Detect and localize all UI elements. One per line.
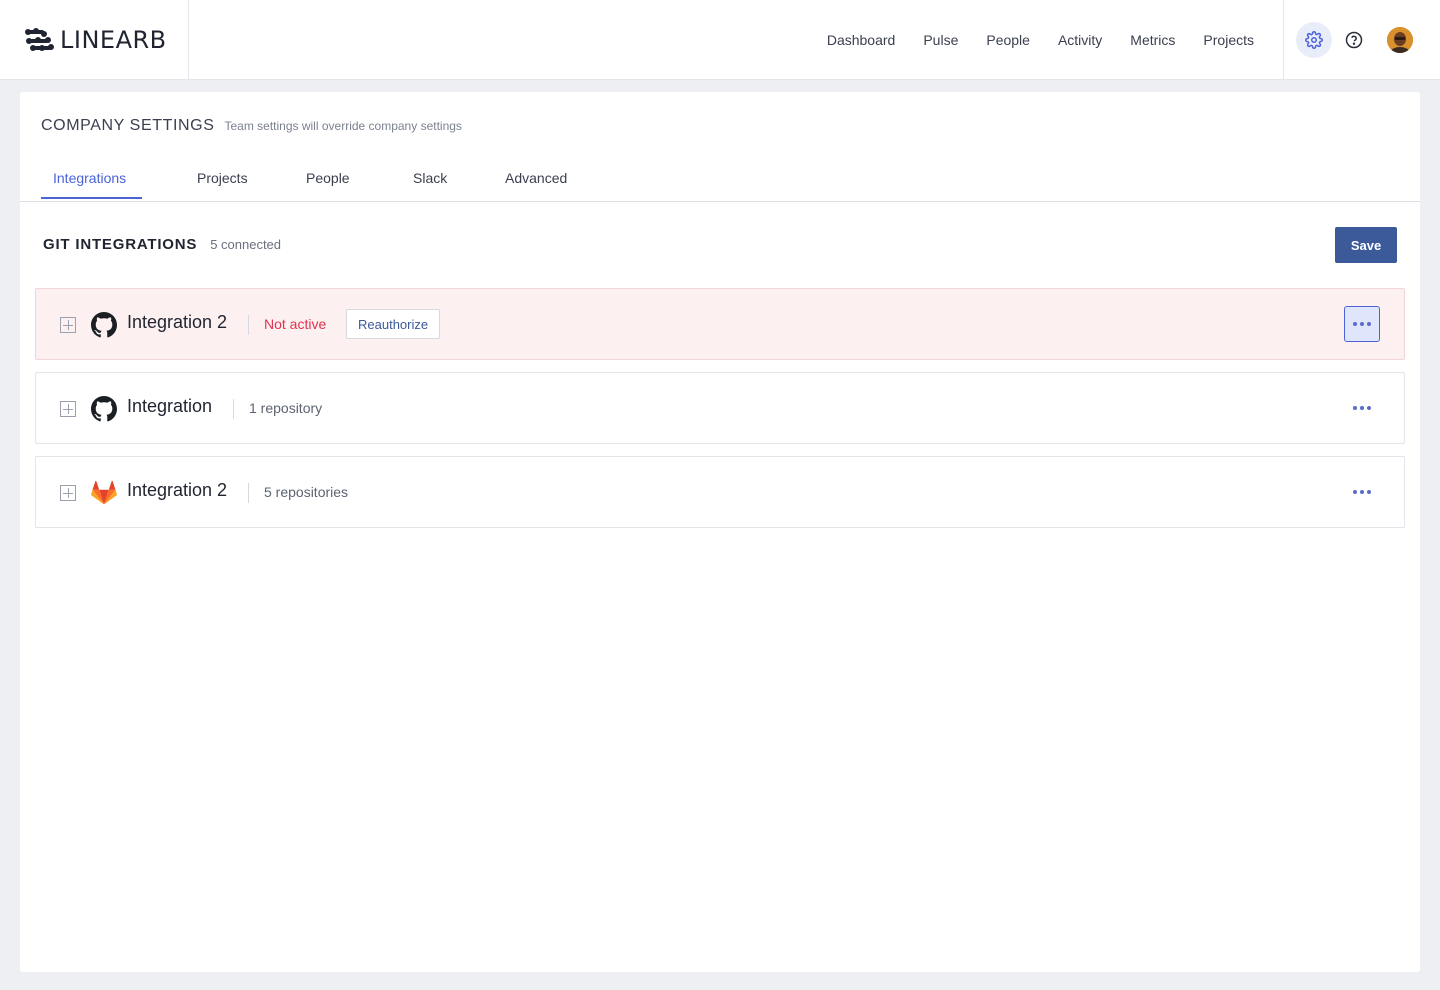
more-dot [1360, 490, 1364, 494]
section-title: GIT INTEGRATIONS [43, 236, 198, 253]
save-button[interactable]: Save [1335, 227, 1397, 263]
nav-people[interactable]: People [986, 32, 1030, 48]
tab-integrations[interactable]: Integrations [53, 170, 126, 186]
nav-divider [1283, 0, 1284, 80]
integration-row: Integration 2 Not active Reauthorize [35, 288, 1405, 360]
more-dot [1367, 322, 1371, 326]
nav-metrics[interactable]: Metrics [1130, 32, 1175, 48]
expand-icon[interactable] [60, 317, 76, 333]
page-subtitle: Team settings will override company sett… [224, 119, 462, 133]
row-divider [248, 483, 249, 503]
nav-dashboard[interactable]: Dashboard [827, 32, 896, 48]
row-divider [248, 315, 249, 335]
top-bar: LINEARB Dashboard Pulse People Activity … [0, 0, 1440, 80]
integration-row: Integration 1 repository [35, 372, 1405, 444]
linearb-logo-icon [25, 28, 54, 51]
active-tab-indicator [41, 197, 142, 199]
more-options-button[interactable] [1344, 474, 1380, 510]
nav-activity[interactable]: Activity [1058, 32, 1102, 48]
tab-people[interactable]: People [306, 170, 350, 186]
help-button[interactable] [1336, 22, 1372, 58]
more-dot [1360, 322, 1364, 326]
github-icon [91, 396, 117, 422]
expand-icon[interactable] [60, 401, 76, 417]
main-nav: Dashboard Pulse People Activity Metrics … [799, 0, 1254, 80]
nav-pulse[interactable]: Pulse [923, 32, 958, 48]
brand-name: LINEARB [60, 26, 167, 54]
row-divider [233, 399, 234, 419]
tab-slack[interactable]: Slack [413, 170, 447, 186]
integration-name: Integration [127, 396, 213, 416]
settings-tabs: Integrations Projects People Slack Advan… [41, 164, 1420, 201]
settings-card: COMPANY SETTINGS Team settings will over… [20, 92, 1420, 972]
tab-projects[interactable]: Projects [197, 170, 248, 186]
avatar-image [1387, 27, 1413, 53]
tab-advanced[interactable]: Advanced [505, 170, 567, 186]
connected-count: 5 connected [210, 237, 282, 252]
help-icon [1345, 31, 1363, 49]
more-options-button[interactable] [1344, 306, 1380, 342]
repository-count: 1 repository [249, 400, 323, 416]
nav-projects[interactable]: Projects [1203, 32, 1254, 48]
more-options-button[interactable] [1344, 390, 1380, 426]
page-header: COMPANY SETTINGS Team settings will over… [41, 117, 462, 135]
tabs-divider [20, 201, 1420, 202]
more-dot [1353, 322, 1357, 326]
gitlab-icon [91, 480, 117, 505]
gear-icon [1305, 31, 1323, 49]
more-dot [1367, 490, 1371, 494]
integration-name: Integration 2 [127, 312, 228, 332]
reauthorize-button[interactable]: Reauthorize [346, 309, 441, 339]
more-dot [1353, 406, 1357, 410]
page-title: COMPANY SETTINGS [41, 117, 215, 134]
settings-button[interactable] [1296, 22, 1332, 58]
more-dot [1353, 490, 1357, 494]
status-badge: Not active [264, 316, 327, 332]
section-header: GIT INTEGRATIONS 5 connected [43, 236, 281, 253]
more-dot [1360, 406, 1364, 410]
github-icon [91, 312, 117, 338]
repository-count: 5 repositories [264, 484, 349, 500]
expand-icon[interactable] [60, 485, 76, 501]
more-dot [1367, 406, 1371, 410]
integration-row: Integration 2 5 repositories [35, 456, 1405, 528]
integration-name: Integration 2 [127, 480, 228, 500]
brand[interactable]: LINEARB [0, 0, 189, 80]
user-avatar[interactable] [1387, 27, 1413, 53]
